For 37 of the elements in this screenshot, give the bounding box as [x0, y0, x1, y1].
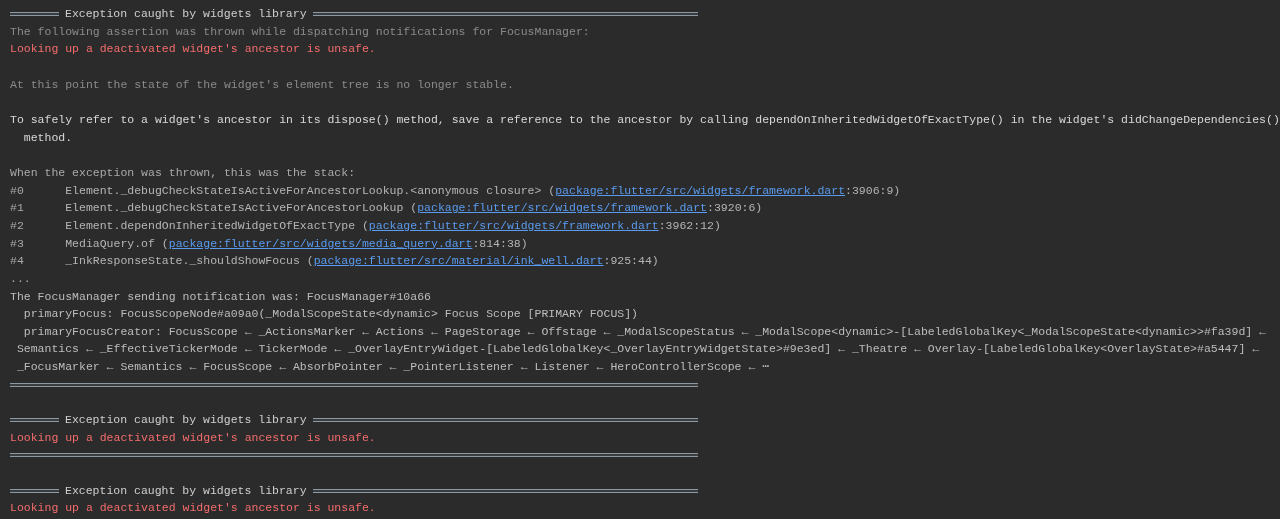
frame-location: :3906:9)	[845, 182, 901, 199]
source-link[interactable]: package:flutter/src/widgets/framework.dart	[417, 199, 708, 217]
frame-number: #4	[10, 253, 25, 270]
source-link[interactable]: package:flutter/src/widgets/media_query.dart	[168, 234, 473, 253]
log-line: The following assertion was thrown while dispatching notifications for FocusManager:	[10, 23, 590, 40]
log-line: Semantics ← _EffectiveTickerMode ← TickerMode ← _OverlayEntryWidget-[LabeledGlobalKey<_OverlayEntryWidgetState>#9e3ed] ← _Theatre ← Overlay-[LabeledGlobalKey<OverlayState>#a5447] ←	[16, 341, 1260, 358]
log-line: Looking up a deactivated widget's ancestor is unsafe.	[10, 500, 376, 517]
source-link[interactable]: package:flutter/src/widgets/framework.dart	[555, 181, 846, 200]
frame-call: MediaQuery.of (	[65, 235, 169, 252]
frame-number: #3	[10, 235, 25, 252]
frame-call: _InkResponseState._shouldShowFocus (	[65, 253, 314, 270]
log-line: Looking up a deactivated widget's ancestor is unsafe.	[10, 41, 376, 58]
source-link[interactable]: package:flutter/src/widgets/framework.dart	[368, 216, 659, 235]
frame-number: #0	[10, 182, 25, 199]
frame-number: #1	[10, 200, 25, 217]
log-line: At this point the state of the widget's element tree is no longer stable.	[10, 76, 514, 93]
source-link[interactable]: package:flutter/src/material/ink_well.dart	[313, 252, 604, 270]
frame-location: :3920:6)	[707, 200, 763, 217]
exception-title: Exception caught by widgets library	[64, 6, 308, 22]
log-line: primaryFocus: FocusScopeNode#a09a0(_ModalScopeState<dynamic> Focus Scope [PRIMARY FOCUS])	[23, 306, 638, 323]
log-line: Looking up a deactivated widget's ancestor is unsafe.	[10, 429, 376, 446]
frame-number: #2	[10, 217, 25, 234]
log-line: When the exception was thrown, this was the stack:	[10, 164, 356, 181]
log-line: To safely refer to a widget's ancestor in its dispose() method, save a reference to the ancestor by calling dependOnInheritedWidgetOfExactType() in the widget's didChangeDependencies()	[10, 111, 1280, 128]
log-line: primaryFocusCreator: FocusScope ← _ActionsMarker ← Actions ← PageStorage ← Offstage ← _ModalScopeStatus ← _ModalScope<dynamic>-[LabeledGlobalKey<_ModalScopeState<dynamic>>#fa39d] ←	[23, 323, 1266, 340]
frame-location: :925:44)	[603, 253, 659, 270]
log-line: method.	[23, 129, 73, 146]
log-line: _FocusMarker ← Semantics ← FocusScope ← AbsorbPointer ← _PointerListener ← Listener ← HeroControllerScope ← ⋯	[16, 359, 770, 376]
frame-location: :3962:12)	[658, 217, 721, 234]
log-line: The FocusManager sending notification was: FocusManager#10a66	[10, 288, 431, 305]
frame-call: Element.dependOnInheritedWidgetOfExactType (	[65, 217, 369, 234]
log-line: ...	[10, 270, 31, 287]
exception-title: Exception caught by widgets library	[64, 482, 308, 499]
frame-call: Element._debugCheckStateIsActiveForAncestorLookup.<anonymous closure> (	[65, 182, 556, 199]
frame-call: Element._debugCheckStateIsActiveForAncestorLookup (	[65, 200, 418, 217]
exception-title: Exception caught by widgets library	[64, 412, 308, 429]
frame-location: :814:38)	[472, 235, 528, 252]
